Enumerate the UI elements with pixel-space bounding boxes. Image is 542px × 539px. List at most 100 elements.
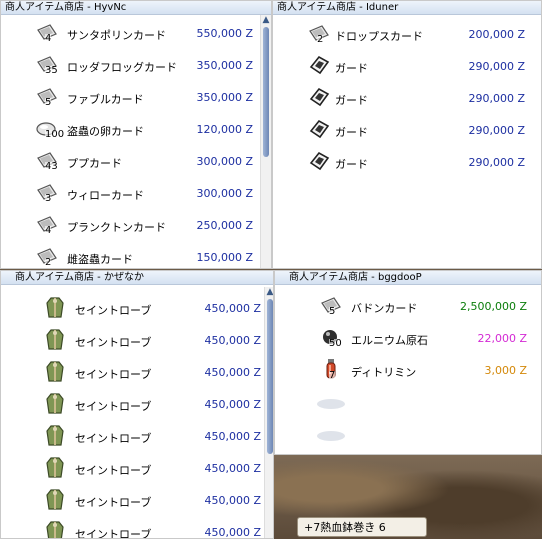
list-item[interactable]: セイントローブ 450,000 Z [1, 357, 263, 389]
robe-icon [43, 455, 67, 479]
item-name: ファブルカード [67, 93, 144, 106]
scroll-thumb[interactable] [263, 27, 269, 157]
item-quantity: 50 [329, 338, 342, 349]
item-quantity: 35 [45, 65, 58, 76]
robe-icon [43, 487, 67, 511]
robe-icon [43, 359, 67, 383]
list-item[interactable]: 50 エルニウム原石 22,000 Z [275, 323, 541, 355]
list-item[interactable]: ガード 290,000 Z [273, 51, 541, 83]
shop-title[interactable]: 商人アイテム商店 - Iduner [273, 1, 541, 15]
item-name: バドンカード [351, 302, 418, 315]
robe-icon [43, 295, 67, 319]
list-item[interactable]: セイントローブ 450,000 Z [1, 293, 263, 325]
scroll-up-icon[interactable]: ▲ [261, 15, 271, 25]
list-item[interactable]: ガード 290,000 Z [273, 147, 541, 179]
item-name: 盗蟲の卵カード [67, 125, 144, 138]
list-item[interactable]: セイントローブ 450,000 Z [1, 389, 263, 421]
list-item[interactable]: セイントローブ 450,000 Z [1, 453, 263, 485]
scroll-up-icon[interactable]: ▲ [265, 287, 273, 297]
shop-window-iduner: 商人アイテム商店 - Iduner 2 ドロップスカード 200,000 Z ガード 2… [272, 0, 542, 269]
guard-icon [307, 149, 331, 173]
item-name: ガード [335, 158, 368, 171]
empty-slot [317, 399, 345, 409]
item-price: 350,000 Z [196, 59, 253, 72]
item-quantity: 5 [329, 306, 336, 317]
item-name: セイントローブ [75, 528, 152, 539]
shop-title[interactable]: 商人アイテム商店 - かぜなか [1, 271, 273, 285]
item-price: 290,000 Z [468, 156, 525, 169]
item-price: 450,000 Z [204, 462, 261, 475]
list-item[interactable]: 2 ドロップスカード 200,000 Z [273, 19, 541, 51]
shop-title[interactable]: 商人アイテム商店 - HyvNc [1, 1, 271, 15]
empty-slot [317, 431, 345, 441]
robe-icon [43, 391, 67, 415]
list-item[interactable]: 2 雌盗蟲カード 150,000 Z [1, 242, 259, 268]
shop-window-hyvnc: 商人アイテム商店 - HyvNc 4 サンタポリンカード 550,000 Z 35 ロッ… [0, 0, 272, 269]
item-price: 200,000 Z [468, 28, 525, 41]
item-price: 450,000 Z [204, 366, 261, 379]
scrollbar[interactable]: ▲ [260, 15, 271, 268]
item-name: ウィローカード [67, 189, 144, 202]
list-item[interactable]: 5 バドンカード 2,500,000 Z [275, 291, 541, 323]
list-item[interactable]: 3 ウィローカード 300,000 Z [1, 178, 259, 210]
scroll-thumb[interactable] [267, 299, 273, 454]
item-quantity: 100 [45, 129, 65, 140]
item-price: 550,000 Z [196, 27, 253, 40]
item-quantity: 4 [45, 225, 52, 236]
item-price: 450,000 Z [204, 334, 261, 347]
item-quantity: 3 [45, 193, 52, 204]
item-price: 300,000 Z [196, 155, 253, 168]
item-name: セイントローブ [75, 432, 152, 445]
item-name: エルニウム原石 [351, 334, 428, 347]
item-quantity: 2 [317, 34, 324, 45]
guard-icon [307, 53, 331, 77]
item-price: 250,000 Z [196, 219, 253, 232]
list-item[interactable]: 4 プランクトンカード 250,000 Z [1, 210, 259, 242]
item-price: 450,000 Z [204, 398, 261, 411]
guard-icon [307, 117, 331, 141]
item-price: 2,500,000 Z [459, 300, 527, 313]
item-name: サンタポリンカード [67, 29, 166, 42]
item-name: ドロップスカード [335, 30, 423, 43]
item-name: セイントローブ [75, 496, 152, 509]
robe-icon [43, 519, 67, 538]
robe-icon [43, 327, 67, 351]
item-name: セイントローブ [75, 464, 152, 477]
item-name: ガード [335, 62, 368, 75]
item-quantity: 7 [329, 370, 336, 381]
item-name: セイントローブ [75, 336, 152, 349]
list-item[interactable]: 7 ディトリミン 3,000 Z [275, 355, 541, 387]
list-item[interactable]: 4 サンタポリンカード 550,000 Z [1, 18, 259, 50]
chat-bubble[interactable]: +7熱血鉢巻き 6 [297, 517, 427, 537]
scrollbar[interactable]: ▲ [264, 287, 273, 538]
item-price: 290,000 Z [468, 60, 525, 73]
list-item[interactable]: セイントローブ 450,000 Z [1, 325, 263, 357]
list-item[interactable]: セイントローブ 450,000 Z [1, 485, 263, 517]
item-price: 22,000 Z [477, 332, 527, 345]
list-item[interactable]: 5 ファブルカード 350,000 Z [1, 82, 259, 114]
item-price: 120,000 Z [196, 123, 253, 136]
item-price: 450,000 Z [204, 302, 261, 315]
list-item[interactable]: セイントローブ 450,000 Z [1, 517, 263, 539]
list-item[interactable]: ガード 290,000 Z [273, 115, 541, 147]
item-name: ディトリミン [351, 366, 417, 379]
item-price: 150,000 Z [196, 251, 253, 264]
item-price: 450,000 Z [204, 494, 261, 507]
item-price: 290,000 Z [468, 124, 525, 137]
item-name: ププカード [67, 157, 122, 170]
list-item[interactable]: セイントローブ 450,000 Z [1, 421, 263, 453]
list-item[interactable]: ガード 290,000 Z [273, 83, 541, 115]
list-item[interactable]: 35 ロッダフロッグカード 350,000 Z [1, 50, 259, 82]
shop-window-kazenaka: 商人アイテム商店 - かぜなか セイントローブ 450,000 Z セイントローブ 4… [0, 270, 274, 539]
guard-icon [307, 85, 331, 109]
shop-title[interactable]: 商人アイテム商店 - bggdooP [275, 271, 541, 285]
item-price: 3,000 Z [484, 364, 527, 377]
item-quantity: 5 [45, 97, 52, 108]
list-item[interactable]: 43 ププカード 300,000 Z [1, 146, 259, 178]
item-name: セイントローブ [75, 368, 152, 381]
list-item[interactable]: 100 盗蟲の卵カード 120,000 Z [1, 114, 259, 146]
item-name: プランクトンカード [67, 221, 166, 234]
item-name: セイントローブ [75, 400, 152, 413]
robe-icon [43, 423, 67, 447]
item-name: ロッダフロッグカード [67, 61, 177, 74]
